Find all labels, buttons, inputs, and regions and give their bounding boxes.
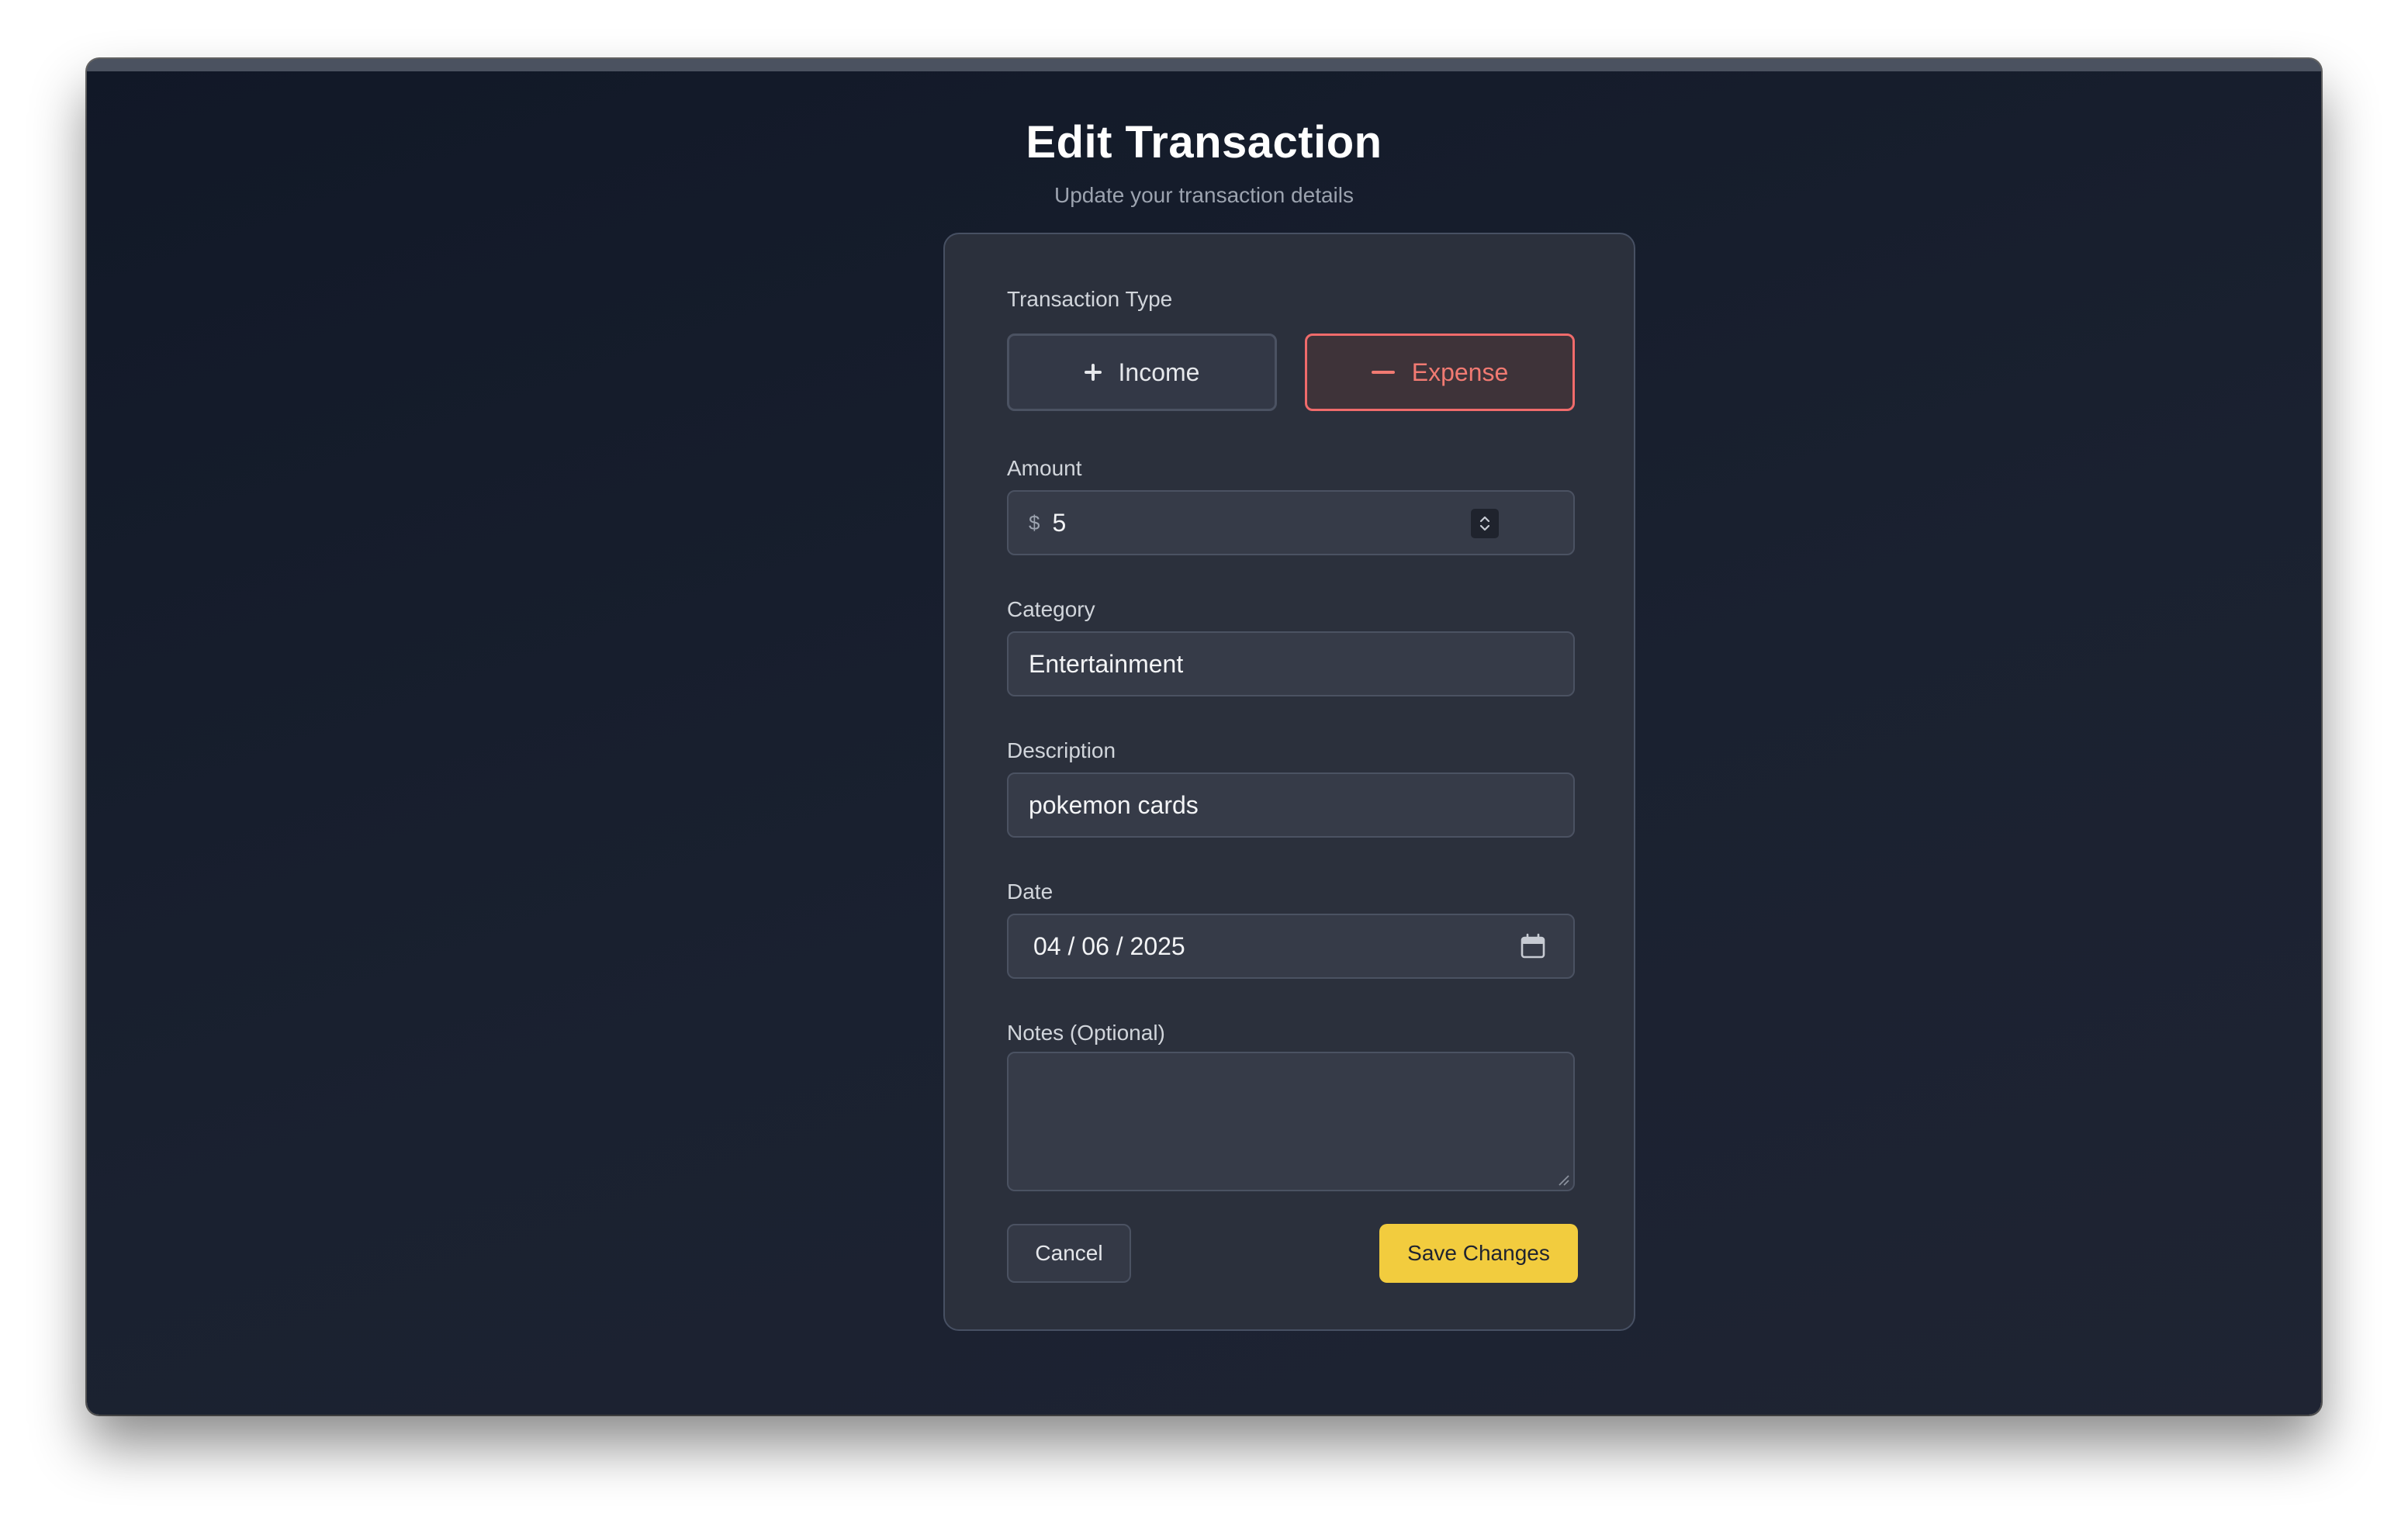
window-topbar [87, 59, 2321, 71]
currency-symbol: $ [1029, 510, 1040, 534]
income-type-button[interactable]: Income [1007, 334, 1277, 411]
description-label: Description [1007, 738, 1116, 762]
cancel-button[interactable]: Cancel [1007, 1224, 1131, 1283]
notes-label: Notes (Optional) [1007, 1021, 1165, 1045]
resize-handle-icon[interactable] [1555, 1171, 1570, 1187]
amount-value: 5 [1052, 508, 1067, 537]
amount-stepper[interactable] [1471, 509, 1499, 538]
description-input[interactable]: pokemon cards [1007, 772, 1575, 838]
calendar-icon[interactable] [1519, 932, 1547, 966]
save-changes-button[interactable]: Save Changes [1379, 1224, 1578, 1283]
category-label: Category [1007, 597, 1095, 621]
category-input[interactable]: Entertainment [1007, 631, 1575, 696]
category-value: Entertainment [1029, 649, 1184, 678]
expense-type-button[interactable]: Expense [1305, 334, 1575, 411]
amount-label: Amount [1007, 456, 1082, 480]
page-title: Edit Transaction [1026, 117, 1382, 168]
description-value: pokemon cards [1029, 790, 1199, 819]
plus-icon [1084, 364, 1102, 381]
date-input[interactable]: 04 / 06 / 2025 [1007, 914, 1575, 979]
date-value: 04 / 06 / 2025 [1033, 931, 1185, 960]
edit-transaction-form: Transaction Type Income Expense Amount $… [943, 233, 1635, 1331]
date-label: Date [1007, 880, 1054, 904]
stepper-chevrons-icon [1479, 516, 1490, 531]
income-label: Income [1118, 358, 1200, 386]
app-window: Edit Transaction Update your transaction… [87, 59, 2321, 1415]
amount-input[interactable]: $ 5 [1007, 490, 1575, 555]
notes-textarea[interactable] [1007, 1052, 1575, 1191]
page-subtitle: Update your transaction details [1054, 183, 1354, 207]
minus-icon [1371, 371, 1395, 374]
expense-label: Expense [1411, 358, 1509, 386]
transaction-type-label: Transaction Type [1007, 287, 1173, 311]
